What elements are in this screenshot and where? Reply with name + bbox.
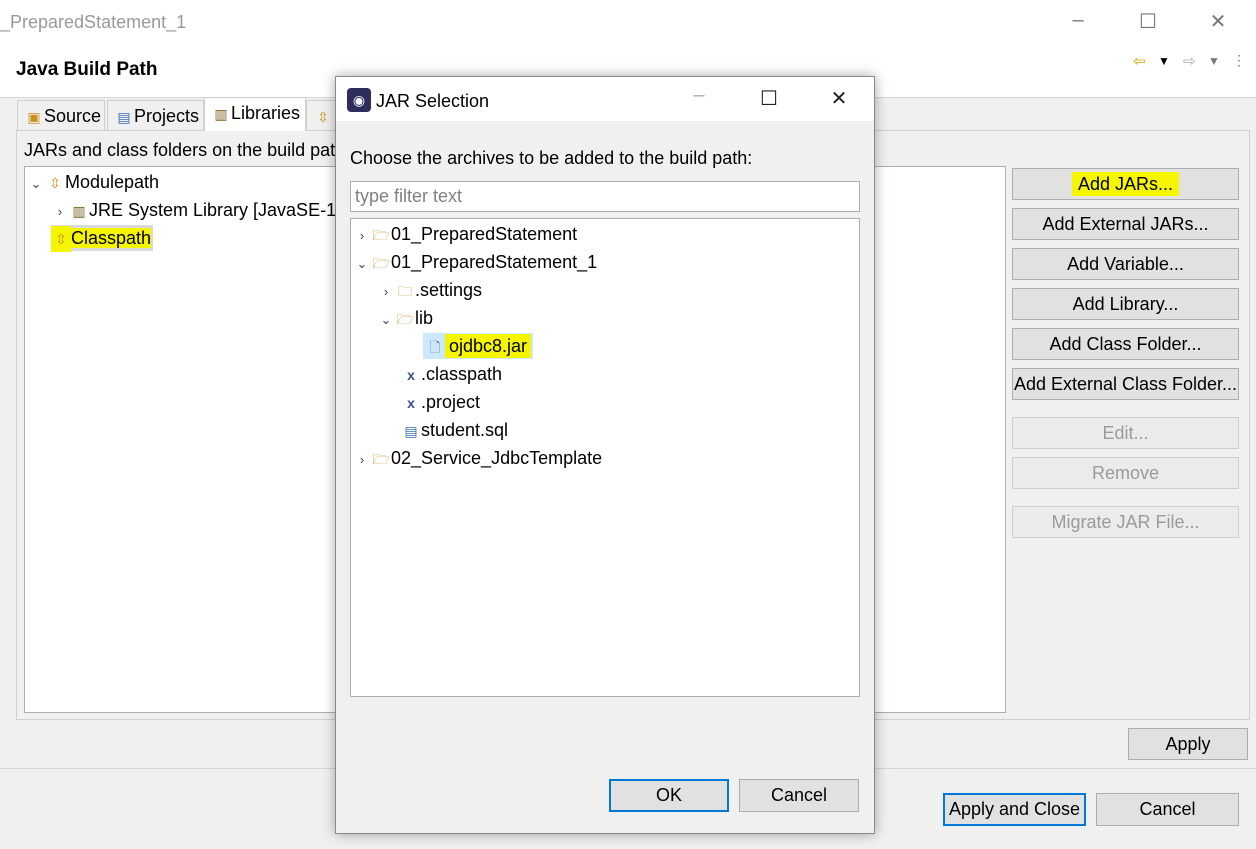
back-arrow-icon[interactable]: ⇦ — [1133, 52, 1146, 70]
xml-file-icon: x — [407, 395, 415, 411]
add-jars-button[interactable]: Add JARs... — [1012, 168, 1239, 200]
window-title: _PreparedStatement_1 — [0, 12, 187, 32]
view-menu-icon[interactable]: ⋮ — [1232, 52, 1246, 69]
folder-icon: 🗀 — [398, 283, 412, 299]
apply-and-close-button[interactable]: Apply and Close — [943, 793, 1086, 826]
tree-item-classpath[interactable]: ⇳ Classpath — [51, 225, 154, 252]
folder-icon: 🗁 — [396, 311, 414, 327]
remove-button[interactable]: Remove — [1012, 457, 1239, 489]
tree-label: Classpath — [71, 228, 152, 248]
library-icon: ▥ — [72, 203, 86, 219]
tree-label: 01_PreparedStatement — [391, 224, 578, 244]
jar-selection-dialog: ◉ JAR Selection – ☐ ✕ Choose the archive… — [335, 76, 875, 834]
tree-label: ojdbc8.jar — [445, 334, 532, 358]
eclipse-icon: ◉ — [347, 88, 371, 112]
chevron-right-icon[interactable]: › — [353, 447, 371, 473]
project-folder-icon: 🗁 — [372, 227, 390, 243]
maximize-icon[interactable]: ☐ — [1128, 8, 1168, 36]
tree-label: JRE System Library [JavaSE-11 — [89, 200, 345, 220]
tree-item-project[interactable]: › 🗁01_PreparedStatement — [353, 221, 577, 247]
tree-label: lib — [415, 308, 434, 328]
forward-arrow-icon[interactable]: ⇨ — [1183, 52, 1196, 70]
forward-dropdown-icon[interactable]: ▼ — [1208, 54, 1220, 68]
tree-label: .classpath — [421, 364, 503, 384]
apply-button[interactable]: Apply — [1128, 728, 1248, 760]
page-title: Java Build Path — [16, 59, 158, 80]
sql-file-icon: ▤ — [404, 423, 418, 439]
dialog-title: JAR Selection — [376, 91, 490, 111]
tab-label: Libraries — [231, 103, 301, 123]
cancel-button[interactable]: Cancel — [1096, 793, 1239, 826]
ok-button[interactable]: OK — [609, 779, 729, 812]
minimize-icon[interactable]: – — [679, 81, 719, 109]
chevron-down-icon[interactable]: ⌄ — [377, 307, 395, 333]
xml-file-icon: x — [407, 367, 415, 383]
chevron-right-icon[interactable]: › — [51, 199, 69, 225]
chevron-right-icon[interactable]: › — [377, 279, 395, 305]
dialog-cancel-button[interactable]: Cancel — [739, 779, 859, 812]
chevron-down-icon[interactable]: ⌄ — [27, 171, 45, 197]
tab-label: Source — [44, 106, 102, 126]
tree-item-project[interactable]: ⌄ 🗁01_PreparedStatement_1 — [353, 249, 598, 277]
tree-label: 01_PreparedStatement_1 — [391, 252, 598, 272]
chevron-down-icon[interactable]: ⌄ — [353, 251, 371, 277]
tree-label: Modulepath — [65, 172, 160, 192]
projects-icon: ▤ — [117, 109, 131, 125]
jar-file-icon: 🗋 — [429, 339, 441, 355]
tree-item-file[interactable]: x .project — [401, 389, 480, 415]
tree-item-file[interactable]: x .classpath — [401, 361, 502, 387]
dialog-prompt: Choose the archives to be added to the b… — [350, 148, 753, 168]
tree-item-jre[interactable]: › ▥ JRE System Library [JavaSE-11 — [51, 197, 345, 223]
tree-label: .project — [421, 392, 481, 412]
tree-item-jar[interactable]: 🗋 ojdbc8.jar — [423, 333, 534, 359]
classpath-icon: ⇳ — [49, 175, 61, 191]
button-label: Add JARs... — [1071, 172, 1180, 196]
add-external-class-folder-button[interactable]: Add External Class Folder... — [1012, 368, 1239, 400]
tree-label: student.sql — [421, 420, 509, 440]
edit-button[interactable]: Edit... — [1012, 417, 1239, 449]
chevron-right-icon[interactable]: › — [353, 223, 371, 249]
project-folder-icon: 🗁 — [372, 255, 390, 271]
archive-tree[interactable]: › 🗁01_PreparedStatement ⌄ 🗁01_PreparedStat… — [350, 218, 860, 697]
migrate-jar-button[interactable]: Migrate JAR File... — [1012, 506, 1239, 538]
tree-item-file[interactable]: ▤ student.sql — [401, 417, 508, 443]
tab-projects[interactable]: ▤ Projects — [107, 100, 204, 130]
filter-input[interactable] — [350, 181, 860, 212]
order-export-icon: ⇳ — [317, 109, 329, 125]
tab-libraries[interactable]: ▥ Libraries — [204, 97, 306, 131]
minimize-icon[interactable]: – — [1058, 6, 1098, 34]
tree-label: .settings — [415, 280, 483, 300]
add-external-jars-button[interactable]: Add External JARs... — [1012, 208, 1239, 240]
source-folder-icon: ▣ — [27, 109, 41, 125]
tab-label: Projects — [134, 106, 200, 126]
tab-order-export[interactable]: ⇳ — [306, 100, 336, 130]
close-icon[interactable]: ✕ — [819, 85, 859, 113]
add-variable-button[interactable]: Add Variable... — [1012, 248, 1239, 280]
tree-item-folder[interactable]: › 🗀 .settings — [377, 277, 482, 303]
add-library-button[interactable]: Add Library... — [1012, 288, 1239, 320]
tree-label: 02_Service_JdbcTemplate — [391, 448, 603, 468]
tree-item-project[interactable]: › 🗁02_Service_JdbcTemplate — [353, 445, 602, 471]
tree-item-folder[interactable]: ⌄ 🗁lib — [377, 305, 433, 331]
tab-source[interactable]: ▣ Source — [17, 100, 105, 130]
project-folder-icon: 🗁 — [372, 451, 390, 467]
tree-item-modulepath[interactable]: ⌄ ⇳ Modulepath — [27, 169, 160, 197]
close-icon[interactable]: ✕ — [1198, 8, 1238, 36]
classpath-icon: ⇳ — [51, 226, 71, 252]
libraries-icon: ▥ — [214, 106, 228, 122]
libraries-description: JARs and class folders on the build path… — [24, 140, 351, 160]
add-class-folder-button[interactable]: Add Class Folder... — [1012, 328, 1239, 360]
back-dropdown-icon[interactable]: ▼ — [1158, 54, 1170, 68]
maximize-icon[interactable]: ☐ — [749, 85, 789, 113]
